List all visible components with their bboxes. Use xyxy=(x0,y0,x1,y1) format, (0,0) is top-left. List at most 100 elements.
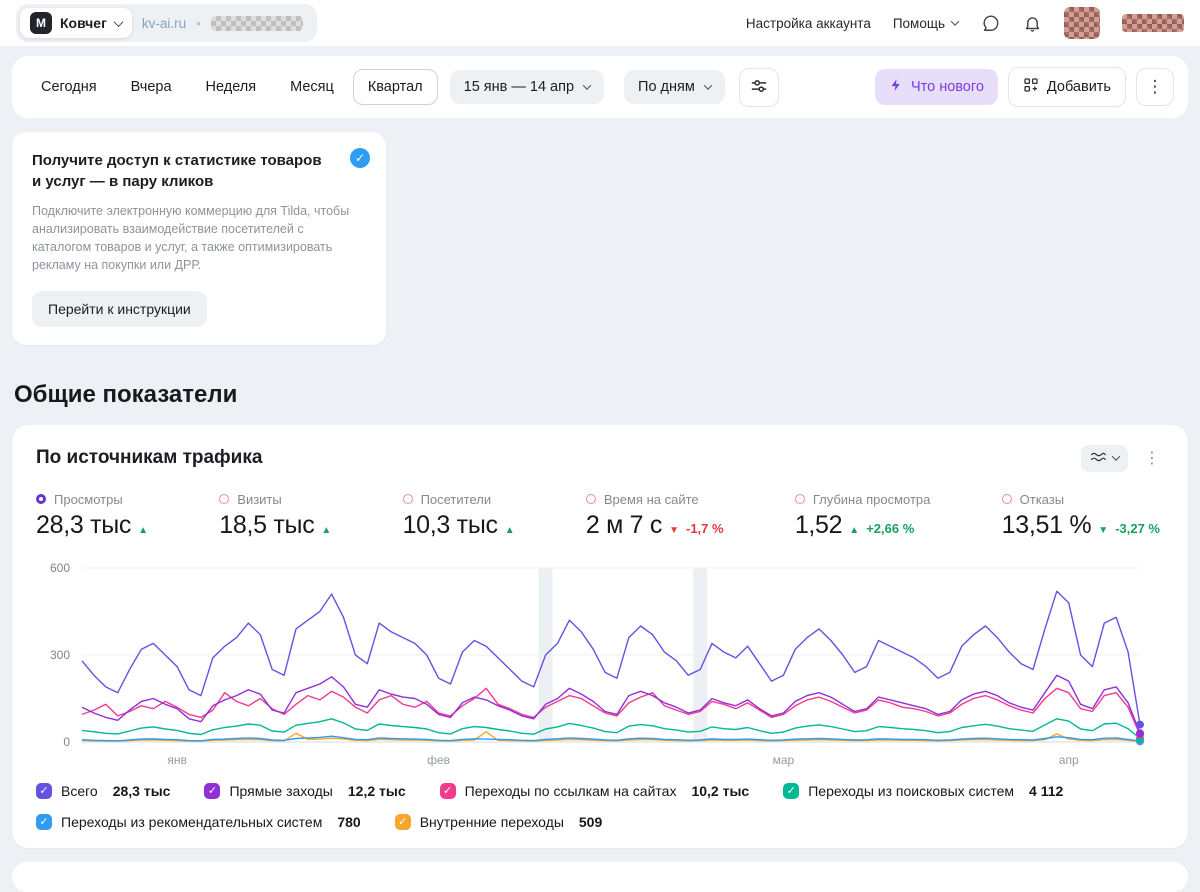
trend-up-icon: ▲ xyxy=(138,524,149,536)
legend-item[interactable]: ✓ Переходы по ссылкам на сайтах 10,2 тыс xyxy=(439,782,749,799)
metric-marker-icon xyxy=(1001,494,1012,504)
checkbox-checked-icon[interactable]: ✓ xyxy=(204,782,221,799)
trend-up-icon: ▲ xyxy=(504,524,515,536)
svg-text:фев: фев xyxy=(427,753,450,767)
promo-body: Подключите электронную коммерцию для Til… xyxy=(32,204,350,273)
checkbox-checked-icon[interactable]: ✓ xyxy=(36,813,52,830)
toolbar: Сегодня Вчера Неделя Месяц Квартал 15 янв — … xyxy=(12,56,1188,118)
metric-value: 13,51 % xyxy=(1001,510,1092,539)
granularity-select[interactable]: По дням xyxy=(624,70,725,104)
legend-label: Переходы по ссылкам на сайтах xyxy=(464,782,677,799)
widget-header: По источникам трафика ⋮ xyxy=(36,444,1164,472)
help-menu[interactable]: Помощь xyxy=(893,16,960,31)
checkbox-checked-icon[interactable]: ✓ xyxy=(783,782,800,799)
metric-delta: -3,27 % xyxy=(1115,520,1160,536)
metric-label: Визиты xyxy=(237,491,282,507)
legend-value: 28,3 тыс xyxy=(112,782,171,799)
add-grid-icon xyxy=(1023,77,1039,97)
avatar[interactable] xyxy=(1064,7,1100,39)
metric-delta: -1,7 % xyxy=(685,520,724,536)
legend-label: Переходы из рекомендательных систем xyxy=(61,813,323,830)
sliders-icon xyxy=(750,77,768,98)
toolbar-menu-button[interactable]: ⋮ xyxy=(1136,68,1174,106)
top-header: M Ковчег kv-ai.ru • Настройка аккаунта П… xyxy=(0,0,1200,46)
traffic-sources-widget: По источникам трафика ⋮ Просмотры 28,3 ты… xyxy=(12,424,1188,848)
widget-controls: ⋮ xyxy=(1081,444,1164,472)
metrics-row: Просмотры 28,3 тыс ▲ Визиты 18,5 тыс ▲ Посетит… xyxy=(36,492,1164,540)
date-range-picker[interactable]: 15 янв — 14 апр xyxy=(449,70,605,104)
legend-item[interactable]: ✓ Переходы из поисковых систем 4 112 xyxy=(783,782,1064,799)
metric-value: 1,52 xyxy=(794,510,843,539)
widget-title: По источникам трафика xyxy=(36,447,263,468)
metric-card[interactable]: Глубина просмотра 1,52 ▲ +2,66 % xyxy=(794,491,931,540)
legend-label: Прямые заходы xyxy=(229,782,333,799)
filters-button[interactable] xyxy=(738,67,779,107)
toolbar-right: Что нового Добавить ⋮ xyxy=(874,67,1174,107)
svg-text:0: 0 xyxy=(63,735,70,749)
promo-instruction-button[interactable]: Перейти к инструкции xyxy=(32,290,207,327)
lightning-icon xyxy=(889,78,903,96)
metric-label: Глубина просмотра xyxy=(812,491,931,507)
metric-card[interactable]: Время на сайте 2 м 7 с ▼ -1,7 % xyxy=(585,491,724,540)
traffic-chart[interactable]: 0 300 600 янв фев мар апр xyxy=(36,556,1164,775)
metric-marker-icon xyxy=(36,494,46,504)
granularity-value: По дням xyxy=(638,79,695,95)
wave-lines-icon xyxy=(1090,450,1106,467)
bell-icon[interactable] xyxy=(1022,13,1042,33)
metric-card[interactable]: Посетители 10,3 тыс ▲ xyxy=(402,491,515,540)
chevron-down-icon xyxy=(950,17,960,26)
checkbox-checked-icon[interactable]: ✓ xyxy=(439,782,456,799)
legend-item[interactable]: ✓ Прямые заходы 12,2 тыс xyxy=(204,782,406,799)
metric-value: 28,3 тыс xyxy=(36,510,132,539)
site-domain-link[interactable]: kv-ai.ru xyxy=(142,16,186,31)
period-tab[interactable]: Вчера xyxy=(116,69,187,105)
add-widget-button[interactable]: Добавить xyxy=(1007,67,1126,107)
svg-text:мар: мар xyxy=(773,753,795,767)
counter-pill[interactable]: M Ковчег xyxy=(20,8,132,38)
metric-value: 10,3 тыс xyxy=(402,510,498,539)
account-settings-link[interactable]: Настройка аккаунта xyxy=(746,16,871,31)
counter-switcher[interactable]: M Ковчег kv-ai.ru • xyxy=(16,4,317,42)
metric-card[interactable]: Просмотры 28,3 тыс ▲ xyxy=(36,492,148,540)
whats-new-label: Что нового xyxy=(910,79,984,95)
widget-menu-button[interactable]: ⋮ xyxy=(1140,446,1164,470)
chevron-down-icon xyxy=(703,81,713,90)
metric-label: Время на сайте xyxy=(603,491,699,507)
chevron-down-icon xyxy=(582,81,592,90)
period-tab[interactable]: Месяц xyxy=(275,69,349,105)
checkbox-checked-icon[interactable]: ✓ xyxy=(36,782,52,799)
period-tab[interactable]: Сегодня xyxy=(26,69,112,105)
checkbox-checked-icon[interactable]: ✓ xyxy=(394,813,411,830)
metric-label: Посетители xyxy=(420,491,492,507)
counter-name: Ковчег xyxy=(60,15,107,31)
legend-item[interactable]: ✓ Внутренние переходы 509 xyxy=(394,813,602,830)
section-title: Общие показатели xyxy=(14,380,238,408)
metrica-logo-icon: M xyxy=(30,12,52,34)
chart-type-select[interactable] xyxy=(1081,444,1128,472)
metric-card[interactable]: Отказы 13,51 % ▼ -3,27 % xyxy=(1001,491,1160,540)
promo-title: Получите доступ к статистике товаров и у… xyxy=(32,152,322,190)
chevron-down-icon xyxy=(1111,452,1121,461)
metric-label: Просмотры xyxy=(54,491,123,507)
svg-text:600: 600 xyxy=(50,561,70,575)
whats-new-button[interactable]: Что нового xyxy=(874,69,998,105)
metric-label: Отказы xyxy=(1019,491,1065,507)
period-tab[interactable]: Квартал xyxy=(352,69,438,105)
metric-marker-icon xyxy=(402,494,413,504)
legend-value: 4 112 xyxy=(1029,782,1064,799)
legend-value: 780 xyxy=(337,813,361,830)
trend-up-icon: ▲ xyxy=(321,524,332,536)
metric-marker-icon xyxy=(585,494,596,504)
metric-marker-icon xyxy=(219,494,230,504)
period-tabs: Сегодня Вчера Неделя Месяц Квартал xyxy=(26,69,438,105)
metric-value: 18,5 тыс xyxy=(219,510,315,539)
legend-item[interactable]: ✓ Переходы из рекомендательных систем 780 xyxy=(36,813,361,830)
svg-text:янв: янв xyxy=(167,753,187,767)
svg-text:300: 300 xyxy=(50,648,70,662)
legend-label: Внутренние переходы xyxy=(419,813,564,830)
check-badge-icon: ✓ xyxy=(350,148,370,168)
legend-item[interactable]: ✓ Всего 28,3 тыс xyxy=(36,782,171,799)
chat-icon[interactable] xyxy=(980,13,1000,33)
period-tab[interactable]: Неделя xyxy=(191,69,272,105)
metric-card[interactable]: Визиты 18,5 тыс ▲ xyxy=(219,492,331,540)
